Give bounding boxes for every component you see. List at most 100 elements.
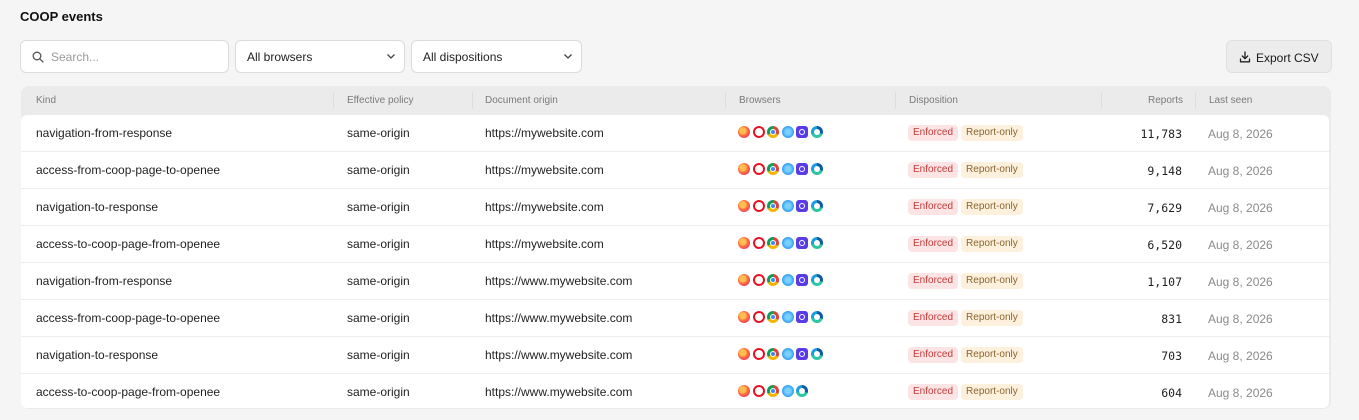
chrome-icon [767, 274, 779, 286]
document-origin-cell: https://mywebsite.com [485, 163, 604, 177]
chrome-icon [767, 163, 779, 175]
firefox-icon [738, 126, 750, 138]
search-box[interactable] [20, 40, 229, 73]
reports-cell: 1,107 [1147, 275, 1182, 289]
kind-cell: access-from-coop-page-to-openee [36, 311, 221, 325]
brave-icon [796, 274, 808, 286]
disposition-filter-select[interactable]: All dispositions [411, 40, 582, 73]
chevron-down-icon [564, 54, 572, 59]
report-only-badge: Report-only [961, 347, 1023, 363]
safari-icon [781, 385, 794, 397]
safari-icon [781, 348, 794, 360]
table-row[interactable]: access-from-coop-page-to-openee same-orig… [21, 300, 1329, 337]
safari-icon [781, 163, 794, 175]
edge-icon [810, 126, 823, 138]
effective-policy-cell: same-origin [347, 126, 410, 140]
opera-icon [752, 385, 765, 397]
opera-icon [752, 200, 765, 212]
page-title: COOP events [20, 9, 103, 24]
events-table: Kind Effective policy Document origin Br… [21, 86, 1331, 409]
column-header-last-seen[interactable]: Last seen [1209, 95, 1252, 106]
last-seen-cell: Aug 8, 2026 [1208, 275, 1273, 289]
toolbar: All browsers All dispositions Export CSV [20, 40, 1332, 73]
enforced-badge: Enforced [908, 310, 959, 326]
reports-cell: 6,520 [1147, 238, 1182, 252]
edge-icon [810, 237, 823, 249]
search-input[interactable] [51, 41, 221, 72]
kind-cell: access-from-coop-page-to-openee [36, 163, 221, 177]
column-divider [333, 92, 334, 109]
table-header: Kind Effective policy Document origin Br… [21, 86, 1331, 115]
column-divider [472, 92, 473, 109]
browsers-cell [738, 126, 825, 139]
column-divider [1195, 92, 1196, 109]
reports-cell: 7,629 [1147, 201, 1182, 215]
enforced-badge: Enforced [908, 384, 959, 400]
safari-icon [781, 311, 794, 323]
document-origin-cell: https://mywebsite.com [485, 126, 604, 140]
table-row[interactable]: access-from-coop-page-to-openee same-orig… [21, 152, 1329, 189]
table-row[interactable]: navigation-to-response same-origin https:/… [21, 189, 1329, 226]
chrome-icon [767, 311, 779, 323]
opera-icon [752, 311, 765, 323]
firefox-icon [738, 348, 750, 360]
safari-icon [781, 237, 794, 249]
report-only-badge: Report-only [961, 310, 1023, 326]
last-seen-cell: Aug 8, 2026 [1208, 312, 1273, 326]
last-seen-cell: Aug 8, 2026 [1208, 164, 1273, 178]
disposition-cell: Enforced Report-only [908, 162, 1026, 180]
firefox-icon [738, 385, 750, 397]
export-csv-button[interactable]: Export CSV [1226, 40, 1332, 73]
edge-icon [810, 200, 823, 212]
report-only-badge: Report-only [961, 384, 1023, 400]
reports-cell: 703 [1161, 349, 1182, 363]
table-row[interactable]: access-to-coop-page-from-openee same-orig… [21, 374, 1329, 408]
firefox-icon [738, 274, 750, 286]
disposition-cell: Enforced Report-only [908, 236, 1026, 254]
table-row[interactable]: navigation-from-response same-origin https… [21, 263, 1329, 300]
chrome-icon [767, 385, 779, 397]
table-row[interactable]: navigation-from-response same-origin https… [21, 115, 1329, 152]
report-only-badge: Report-only [961, 125, 1023, 141]
export-csv-label: Export CSV [1256, 51, 1319, 65]
enforced-badge: Enforced [908, 347, 959, 363]
document-origin-cell: https://mywebsite.com [485, 200, 604, 214]
opera-icon [752, 348, 765, 360]
opera-icon [752, 274, 765, 286]
enforced-badge: Enforced [908, 162, 959, 178]
brave-icon [796, 311, 808, 323]
last-seen-cell: Aug 8, 2026 [1208, 238, 1273, 252]
table-row[interactable]: access-to-coop-page-from-openee same-orig… [21, 226, 1329, 263]
column-header-effective-policy[interactable]: Effective policy [347, 95, 414, 106]
browsers-filter-select[interactable]: All browsers [235, 40, 405, 73]
disposition-cell: Enforced Report-only [908, 199, 1026, 217]
download-icon [1239, 51, 1251, 63]
last-seen-cell: Aug 8, 2026 [1208, 386, 1273, 400]
firefox-icon [738, 237, 750, 249]
firefox-icon [738, 311, 750, 323]
brave-icon [796, 237, 808, 249]
enforced-badge: Enforced [908, 236, 959, 252]
chrome-icon [767, 126, 779, 138]
column-header-disposition[interactable]: Disposition [909, 95, 958, 106]
reports-cell: 9,148 [1147, 164, 1182, 178]
column-divider [725, 92, 726, 109]
column-header-document-origin[interactable]: Document origin [485, 95, 558, 106]
enforced-badge: Enforced [908, 125, 959, 141]
kind-cell: navigation-from-response [36, 274, 173, 288]
brave-icon [796, 126, 808, 138]
opera-icon [752, 163, 765, 175]
edge-icon [810, 348, 823, 360]
table-row[interactable]: navigation-to-response same-origin https:/… [21, 337, 1329, 374]
column-divider [1101, 92, 1102, 109]
column-header-browsers[interactable]: Browsers [739, 95, 781, 106]
column-header-reports[interactable]: Reports [1111, 95, 1183, 106]
browsers-cell [738, 385, 811, 398]
disposition-cell: Enforced Report-only [908, 273, 1026, 291]
reports-cell: 604 [1161, 386, 1182, 400]
effective-policy-cell: same-origin [347, 237, 410, 251]
disposition-filter-value: All dispositions [423, 50, 503, 64]
column-header-kind[interactable]: Kind [36, 95, 56, 106]
edge-icon [810, 163, 823, 175]
browsers-filter-value: All browsers [247, 50, 313, 64]
